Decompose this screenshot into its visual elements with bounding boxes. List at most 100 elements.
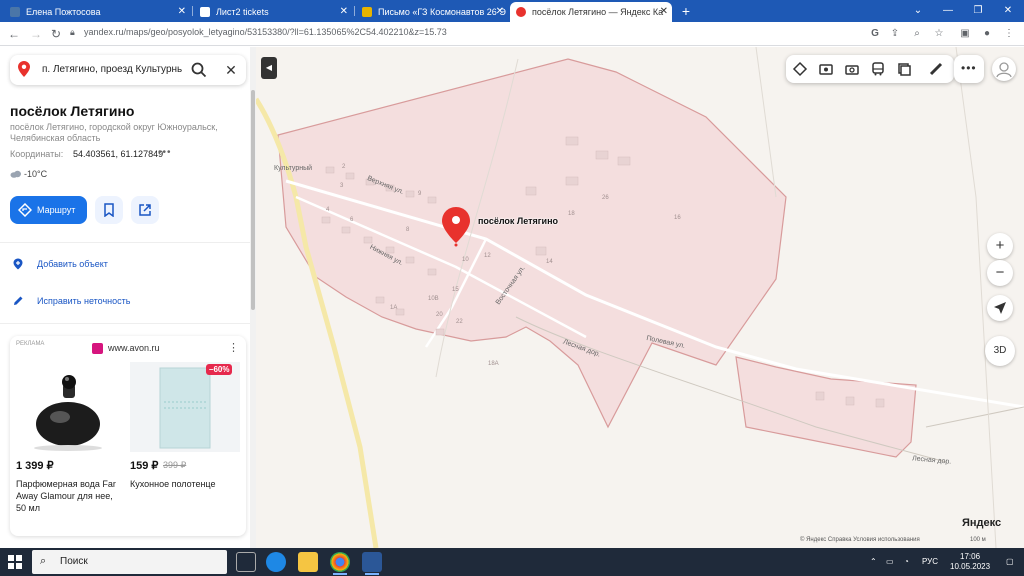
notifications-icon[interactable]: ▢	[1006, 557, 1014, 566]
close-window-icon[interactable]: ✕	[1000, 2, 1016, 20]
map-layers-icon[interactable]	[792, 61, 808, 77]
chrome-icon[interactable]	[330, 552, 350, 575]
ad-domain[interactable]: www.avon.ru	[108, 343, 160, 353]
geolocation-button[interactable]	[987, 295, 1013, 321]
tab-sheets[interactable]: Лист2 tickets ✕	[194, 2, 352, 22]
ad-card[interactable]: РЕКЛАМА www.avon.ru ⋮ –60% 1 399 ₽ 159 ₽…	[10, 336, 246, 536]
share-button[interactable]	[131, 196, 159, 224]
search-value: п. Летягино, проезд Культурны	[42, 64, 182, 75]
bookmark-star-icon[interactable]: ☆	[932, 26, 946, 42]
bookmark-icon	[104, 203, 114, 217]
map-canvas[interactable]: посёлок Летягино Культурный Верхняя ул. …	[256, 47, 1024, 548]
close-icon[interactable]: ✕	[496, 2, 504, 22]
search-input[interactable]: п. Летягино, проезд Культурны ✕	[10, 55, 246, 85]
scale-bar: 100 м	[970, 537, 986, 543]
user-icon	[996, 62, 1012, 78]
divider	[0, 242, 250, 243]
house-number: 22	[456, 319, 463, 325]
navigation-arrow-icon	[994, 302, 1006, 314]
house-number: 1А	[390, 305, 398, 311]
task-view-icon[interactable]	[236, 552, 256, 572]
tab-title: Елена Пожтосова	[26, 7, 101, 17]
sidebar-icon[interactable]: ▣	[958, 26, 972, 42]
maximize-icon[interactable]: ❐	[970, 2, 986, 20]
place-panel: п. Летягино, проезд Культурны ✕ посёлок …	[0, 47, 256, 548]
product-name[interactable]: Парфюмерная вода Far Away Glamour для не…	[16, 478, 120, 514]
coords-value[interactable]: 54.403561, 61.127849	[73, 149, 163, 159]
tab-yandex-maps[interactable]: посёлок Летягино — Яндекс Ка ✕	[510, 2, 672, 22]
google-icon[interactable]: G	[868, 26, 882, 42]
house-number: 20	[436, 312, 443, 318]
file-explorer-icon[interactable]	[298, 552, 318, 572]
lock-icon[interactable]: 🔒︎	[70, 27, 75, 38]
language-indicator[interactable]: РУС	[922, 557, 938, 566]
panorama-icon[interactable]	[818, 61, 834, 77]
zoom-icon[interactable]: ⌕	[910, 26, 924, 42]
more-icon: •••	[961, 61, 977, 75]
product-name[interactable]: Кухонное полотенце	[130, 478, 240, 490]
share-icon[interactable]: ⇪	[888, 26, 902, 42]
perfume-bottle-image[interactable]	[16, 362, 120, 452]
minimize-icon[interactable]: —	[940, 2, 956, 20]
url-field[interactable]: yandex.ru/maps/geo/posyolok_letyagino/53…	[84, 27, 447, 37]
wifi-icon[interactable]: ◔	[904, 557, 909, 566]
zoom-in-button[interactable]: +	[987, 233, 1013, 259]
weather-temperature: -10°C	[24, 169, 48, 179]
edge-icon[interactable]	[266, 552, 286, 572]
taskbar-search[interactable]: ⌕ Поиск	[32, 550, 227, 574]
tab-vk[interactable]: Елена Пожтосова ✕	[4, 2, 190, 22]
bookmark-button[interactable]	[95, 196, 123, 224]
tab-mail[interactable]: Письмо «ГЗ Космонавтов 26 Э ✕	[356, 2, 508, 22]
map-pin-icon	[516, 7, 526, 17]
new-tab-button[interactable]: +	[678, 2, 694, 20]
close-icon[interactable]: ✕	[340, 2, 348, 22]
route-label: Маршрут	[37, 205, 76, 215]
towel-image[interactable]	[130, 362, 240, 452]
tray-chevron-icon[interactable]: ⌃	[870, 557, 877, 566]
camera-icon[interactable]	[844, 61, 860, 77]
avatar[interactable]	[992, 57, 1016, 81]
clock-date: 10.05.2023	[950, 562, 991, 571]
collapse-panel-button[interactable]: ◀	[261, 57, 277, 79]
ruler-icon[interactable]	[928, 61, 944, 77]
search-icon[interactable]	[190, 61, 208, 79]
add-object-link[interactable]: Добавить объект	[10, 256, 108, 272]
map-pin-label[interactable]: посёлок Летягино	[478, 216, 558, 226]
sheet-icon	[200, 7, 210, 17]
close-icon[interactable]: ✕	[660, 2, 668, 22]
traffic-layers-icon[interactable]	[896, 61, 912, 77]
house-number: 16	[674, 215, 681, 221]
zoom-out-button[interactable]: −	[987, 260, 1013, 286]
forward-icon[interactable]: →	[28, 25, 44, 43]
battery-icon[interactable]: ▭	[886, 557, 894, 566]
house-number: 15	[452, 287, 459, 293]
word-icon[interactable]	[362, 552, 382, 575]
back-icon[interactable]: ←	[6, 25, 22, 43]
clock[interactable]: 17:06 10.05.2023	[950, 552, 990, 572]
close-icon[interactable]: ✕	[178, 2, 186, 22]
mail-icon	[362, 7, 372, 17]
menu-icon[interactable]: ⋮	[1002, 26, 1016, 42]
house-number: 3	[340, 183, 344, 189]
map-pin-icon	[18, 61, 30, 77]
clock-time: 17:06	[960, 552, 981, 561]
profile-icon[interactable]: ●	[980, 26, 994, 42]
bus-icon[interactable]	[870, 61, 886, 77]
more-tools-button[interactable]: •••	[954, 55, 984, 83]
panel-scroll-thumb[interactable]	[251, 90, 255, 310]
house-number: 10В	[428, 296, 439, 302]
map-footer[interactable]: © Яндекс Справка Условия использования	[800, 537, 920, 543]
settlement-boundary-east	[735, 356, 917, 458]
3d-button[interactable]: 3D	[985, 336, 1015, 366]
fix-inaccuracy-link[interactable]: Исправить неточность	[10, 293, 130, 309]
tab-search-icon[interactable]: ⌄	[910, 2, 926, 20]
house-number: 14	[546, 259, 553, 265]
coords-label: Координаты:	[10, 149, 64, 159]
more-icon[interactable]: •••	[158, 147, 172, 158]
reload-icon[interactable]: ↻	[48, 25, 64, 43]
ad-menu-icon[interactable]: ⋮	[228, 341, 239, 354]
windows-start-icon[interactable]	[8, 555, 22, 569]
route-button[interactable]: Маршрут	[10, 196, 87, 224]
close-icon[interactable]: ✕	[222, 61, 240, 79]
cloud-icon	[10, 170, 21, 178]
